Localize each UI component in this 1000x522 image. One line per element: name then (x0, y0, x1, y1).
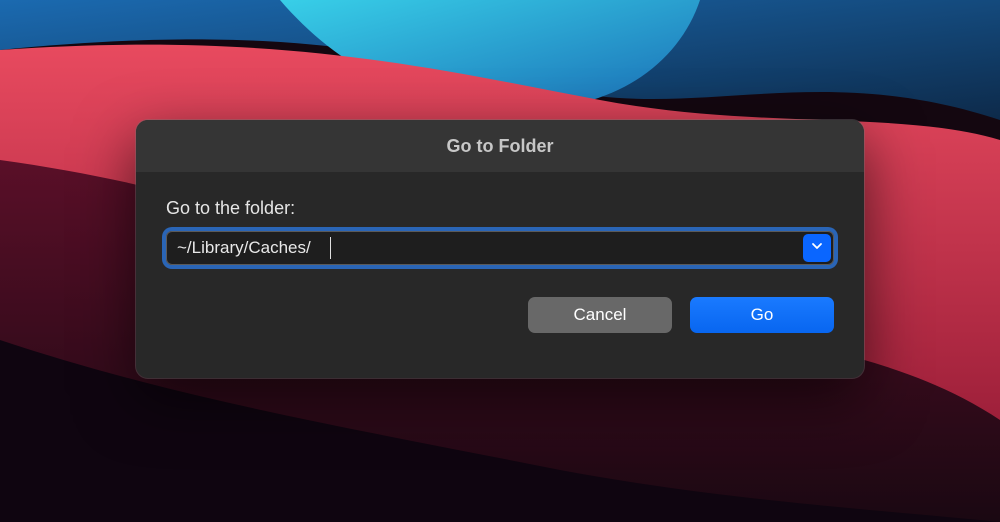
dialog-titlebar: Go to Folder (136, 120, 864, 172)
history-dropdown-button[interactable] (803, 234, 831, 262)
go-button[interactable]: Go (690, 297, 834, 333)
folder-path-label: Go to the folder: (166, 198, 834, 219)
folder-path-input[interactable] (166, 231, 834, 265)
chevron-down-icon (811, 239, 823, 257)
dialog-title: Go to Folder (447, 136, 554, 157)
folder-path-combobox[interactable] (166, 231, 834, 265)
dialog-body: Go to the folder: Cancel Go (136, 172, 864, 378)
go-to-folder-dialog: Go to Folder Go to the folder: Cancel Go (136, 120, 864, 378)
cancel-button[interactable]: Cancel (528, 297, 672, 333)
text-cursor (330, 237, 331, 259)
dialog-button-row: Cancel Go (166, 297, 834, 333)
